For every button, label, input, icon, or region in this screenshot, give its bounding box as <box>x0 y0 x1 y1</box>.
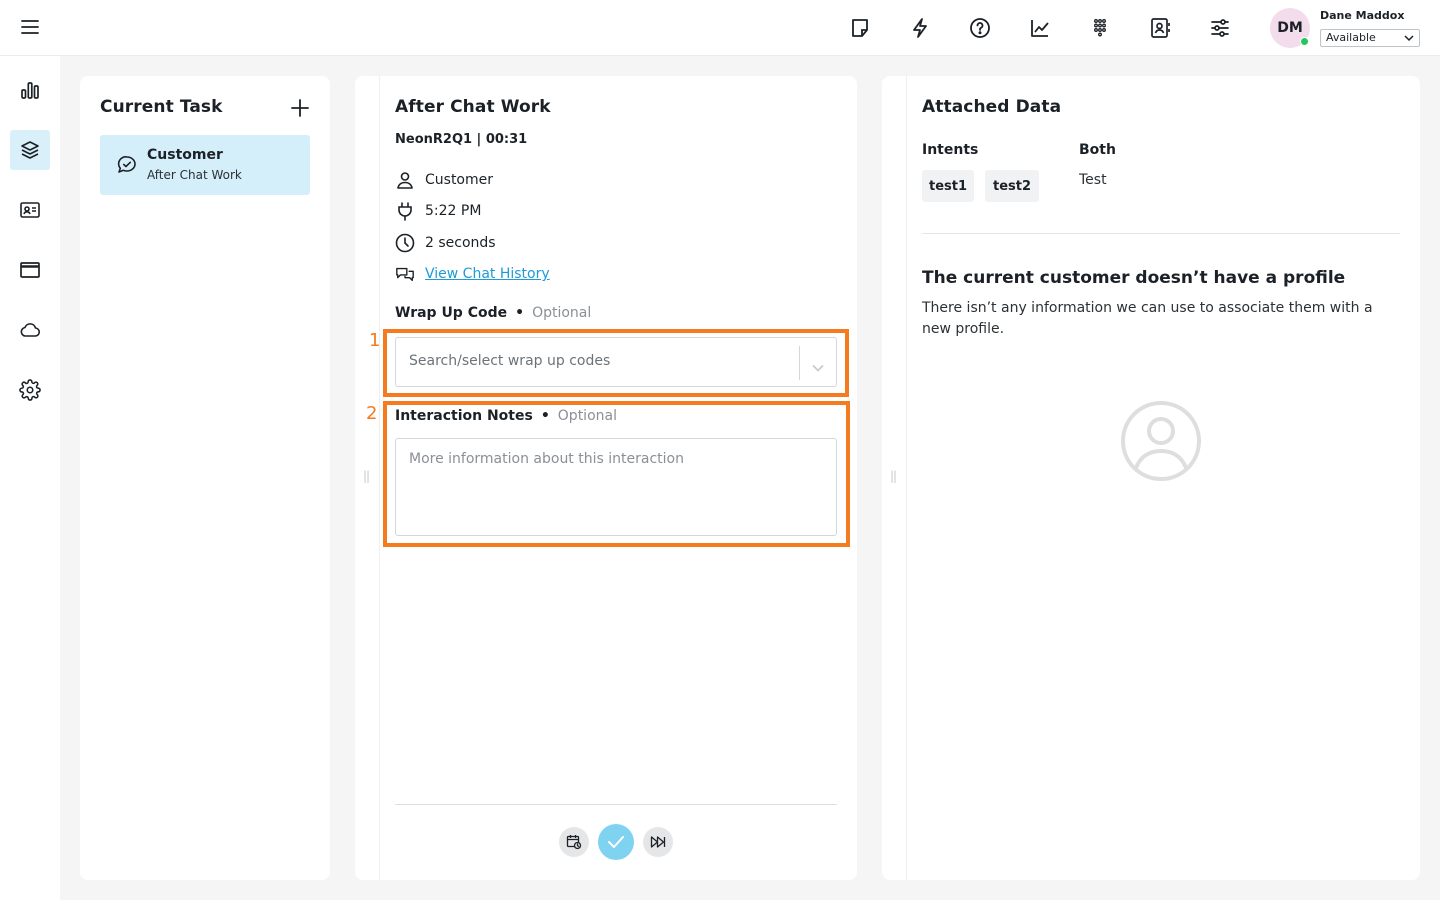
profile-placeholder-icon <box>1120 400 1202 486</box>
duration: 2 seconds <box>425 235 496 251</box>
left-navigation <box>0 56 60 900</box>
top-bar: DM Dane Maddox Available <box>0 0 1440 56</box>
gear-icon[interactable] <box>10 370 50 410</box>
browser-window-icon[interactable] <box>10 250 50 290</box>
agent-status-value: Available <box>1326 31 1376 44</box>
note-icon[interactable] <box>847 15 873 41</box>
chevron-down-icon <box>1404 35 1414 42</box>
wrap-up-label: Wrap Up Code • Optional <box>395 305 592 321</box>
contact-name: Customer <box>425 172 494 188</box>
task-card-customer[interactable]: Customer After Chat Work <box>100 135 310 195</box>
contact-card-icon[interactable] <box>10 190 50 230</box>
fast-forward-icon <box>650 836 666 848</box>
skip-button[interactable] <box>643 827 673 857</box>
wrap-up-code-select[interactable]: Search/select wrap up codes <box>395 337 837 387</box>
history-row: View Chat History <box>395 263 550 285</box>
footer-divider <box>395 804 837 805</box>
help-icon[interactable] <box>967 15 993 41</box>
wrap-up-label-text: Wrap Up Code <box>395 305 508 321</box>
acw-title: After Chat Work <box>395 97 551 117</box>
interaction-notes-label: Interaction Notes • Optional <box>395 408 617 424</box>
interaction-meta: NeonR2Q1 | 00:31 <box>395 132 528 147</box>
view-chat-history-link[interactable]: View Chat History <box>425 266 550 282</box>
wrap-up-placeholder: Search/select wrap up codes <box>409 353 611 369</box>
add-task-button[interactable] <box>290 98 310 118</box>
contact-row: Customer <box>395 169 493 191</box>
cloud-icon[interactable] <box>10 310 50 350</box>
highlight-marker-2: 2 <box>366 403 378 424</box>
schedule-callback-button[interactable] <box>559 827 589 857</box>
both-label: Both <box>1079 142 1116 158</box>
no-profile-title: The current customer doesn’t have a prof… <box>922 268 1346 288</box>
select-separator <box>799 346 800 380</box>
interaction-notes-textarea[interactable] <box>395 438 837 536</box>
notes-optional: Optional <box>557 408 617 424</box>
resize-handle[interactable]: || <box>890 469 897 483</box>
chevron-down-icon <box>812 357 824 376</box>
clock-icon <box>395 233 415 253</box>
dialpad-icon[interactable] <box>1087 15 1113 41</box>
panel-divider <box>906 76 907 880</box>
check-icon <box>608 836 624 848</box>
wrap-up-optional: Optional <box>532 305 592 321</box>
avatar-initials: DM <box>1277 20 1303 36</box>
highlight-marker-1: 1 <box>369 330 381 351</box>
settings-sliders-icon[interactable] <box>1207 15 1233 41</box>
plus-icon <box>291 99 309 117</box>
complete-button[interactable] <box>598 824 634 860</box>
resize-handle[interactable]: || <box>363 469 370 483</box>
available-status-dot <box>1300 37 1309 46</box>
current-task-panel: Current Task Customer After Chat Work <box>80 76 330 880</box>
tasks-icon[interactable] <box>10 130 50 170</box>
plug-icon <box>395 201 415 221</box>
current-task-title: Current Task <box>100 97 223 117</box>
duration-row: 2 seconds <box>395 232 496 254</box>
task-card-status: After Chat Work <box>147 168 242 182</box>
chat-check-icon <box>116 154 138 180</box>
analytics-icon[interactable] <box>1027 15 1053 41</box>
chat-bubbles-icon <box>395 264 415 284</box>
intent-chip: test2 <box>985 170 1039 202</box>
panel-divider <box>379 76 380 880</box>
start-time: 5:22 PM <box>425 203 482 219</box>
hamburger-menu-icon[interactable] <box>20 17 40 37</box>
avatar[interactable]: DM <box>1270 8 1310 48</box>
intent-chip: test1 <box>922 170 974 202</box>
attached-data-title: Attached Data <box>922 97 1062 117</box>
no-profile-description: There isn’t any information we can use t… <box>922 300 1373 337</box>
attached-data-panel: || Attached Data Intents test1 test2 Bot… <box>882 76 1420 880</box>
section-divider <box>922 233 1400 234</box>
intents-label: Intents <box>922 142 979 158</box>
bolt-icon[interactable] <box>907 15 933 41</box>
person-icon <box>395 170 415 190</box>
contacts-icon[interactable] <box>1147 15 1173 41</box>
after-chat-work-panel: || After Chat Work NeonR2Q1 | 00:31 Cust… <box>355 76 857 880</box>
agent-status-select[interactable]: Available <box>1320 29 1420 47</box>
time-row: 5:22 PM <box>395 200 481 222</box>
calendar-clock-icon <box>566 835 582 850</box>
task-card-name: Customer <box>147 147 223 163</box>
both-value: Test <box>1079 172 1107 188</box>
user-name: Dane Maddox <box>1320 9 1405 22</box>
reports-icon[interactable] <box>10 70 50 110</box>
notes-label-text: Interaction Notes <box>395 408 533 424</box>
